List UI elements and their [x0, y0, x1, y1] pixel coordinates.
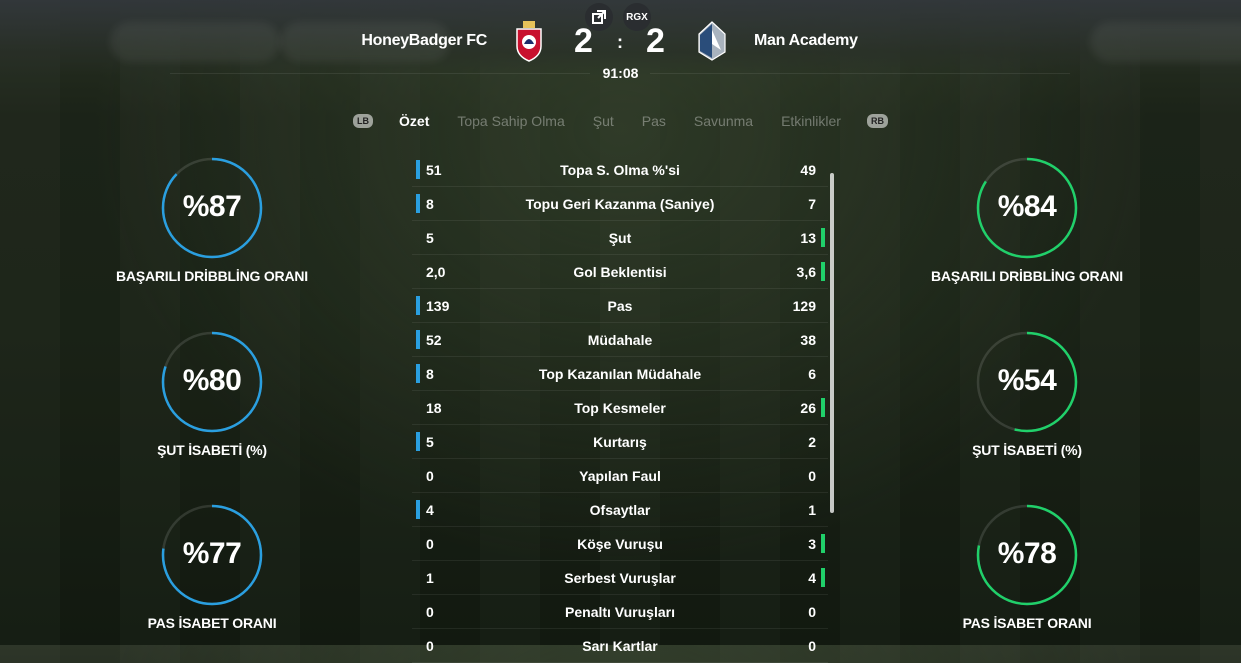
home-team-crest-icon: [516, 21, 542, 62]
stat-name: Serbest Vuruşlar: [564, 570, 676, 586]
stat-name: Top Kazanılan Müdahale: [538, 366, 702, 382]
tab-summary[interactable]: Özet: [385, 113, 443, 129]
scoreboard: HoneyBadger FC 2 : 2 Man Academy: [0, 20, 1241, 62]
away-stat-value: 0: [808, 604, 816, 620]
stat-name: Kurtarış: [593, 434, 647, 450]
home-gauge: %77: [160, 503, 264, 607]
away-stat-value: 3: [808, 536, 816, 552]
tab-events[interactable]: Etkinlikler: [767, 113, 855, 129]
stat-row: 52 Müdahale 38: [412, 323, 828, 357]
home-gauge: %80: [160, 330, 264, 434]
away-gauge-value: %54: [997, 364, 1057, 397]
stats-tab-bar: LB Özet Topa Sahip Olma Şut Pas Savunma …: [0, 113, 1241, 129]
away-stat-value: 7: [808, 196, 816, 212]
stats-table: 51 Topa S. Olma %'si 49 8 Topu Geri Kazanma …: [412, 153, 828, 663]
home-score: 2: [574, 22, 593, 60]
stat-name: Top Kesmeler: [574, 400, 666, 416]
stat-name: Topu Geri Kazanma (Saniye): [525, 196, 715, 212]
stat-name: Yapılan Faul: [579, 468, 661, 484]
stat-row: 8 Topu Geri Kazanma (Saniye) 7: [412, 187, 828, 221]
stats-scrollbar[interactable]: [830, 173, 834, 513]
away-gauge: %54: [975, 330, 1079, 434]
stat-row: 4 Ofsaytlar 1: [412, 493, 828, 527]
away-gauge-label: BAŞARILI DRİBBLİNG ORANI: [931, 268, 1123, 284]
stat-row: 5 Şut 13: [412, 221, 828, 255]
away-gauge-value: %84: [997, 190, 1057, 223]
home-gauge-value: %87: [182, 190, 242, 223]
away-stat-value: 13: [800, 230, 816, 246]
away-gauge-label: ŞUT İSABETİ (%): [972, 442, 1082, 458]
home-team-name: HoneyBadger FC: [361, 32, 487, 49]
stat-row: 51 Topa S. Olma %'si 49: [412, 153, 828, 187]
away-stat-value: 38: [800, 332, 816, 348]
stat-row: 18 Top Kesmeler 26: [412, 391, 828, 425]
stat-name: Gol Beklentisi: [573, 264, 667, 280]
home-gauge: %87: [160, 156, 264, 260]
away-stat-value: 2: [808, 434, 816, 450]
tab-defending[interactable]: Savunma: [680, 113, 767, 129]
stat-row: 0 Yapılan Faul 0: [412, 459, 828, 493]
stat-row: 2,0 Gol Beklentisi 3,6: [412, 255, 828, 289]
stat-name: Topa S. Olma %'si: [560, 162, 680, 178]
tab-possession[interactable]: Topa Sahip Olma: [443, 113, 578, 129]
match-clock: 91:08: [602, 65, 639, 81]
tab-passing[interactable]: Pas: [628, 113, 680, 129]
home-gauge-label: BAŞARILI DRİBBLİNG ORANI: [116, 268, 308, 284]
stat-row: 0 Köşe Vuruşu 3: [412, 527, 828, 561]
away-team-name: Man Academy: [754, 32, 858, 49]
away-gauge: %78: [975, 503, 1079, 607]
away-gauge: %84: [975, 156, 1079, 260]
away-stat-value: 3,6: [796, 264, 816, 280]
away-stat-value: 6: [808, 366, 816, 382]
away-stat-value: 1: [808, 502, 816, 518]
stat-name: Sarı Kartlar: [582, 638, 658, 654]
stat-name: Müdahale: [587, 332, 653, 348]
left-bumper-icon[interactable]: LB: [353, 114, 374, 128]
away-stat-value: 0: [808, 638, 816, 654]
stat-row: 0 Penaltı Vuruşları 0: [412, 595, 828, 629]
home-gauge-label: PAS İSABET ORANI: [147, 615, 277, 631]
home-gauge-label: ŞUT İSABETİ (%): [157, 442, 267, 458]
home-gauge-value: %80: [182, 364, 242, 397]
away-gauge-label: PAS İSABET ORANI: [962, 615, 1092, 631]
stat-row: 139 Pas 129: [412, 289, 828, 323]
home-gauge-value: %77: [182, 537, 242, 570]
stat-row: 0 Sarı Kartlar 0: [412, 629, 828, 663]
away-stat-value: 4: [808, 570, 816, 586]
stat-name: Penaltı Vuruşları: [565, 604, 675, 620]
right-bumper-icon[interactable]: RB: [866, 114, 888, 128]
away-team-crest-icon: [698, 21, 726, 61]
stat-name: Köşe Vuruşu: [577, 536, 663, 552]
away-score: 2: [646, 22, 665, 60]
stat-name: Ofsaytlar: [589, 502, 651, 518]
stat-row: 1 Serbest Vuruşlar 4: [412, 561, 828, 595]
away-stat-value: 129: [792, 298, 816, 314]
away-stat-value: 26: [800, 400, 816, 416]
score-separator: :: [617, 32, 623, 52]
away-gauge-value: %78: [997, 537, 1057, 570]
stat-name: Şut: [608, 230, 632, 246]
stat-row: 8 Top Kazanılan Müdahale 6: [412, 357, 828, 391]
tab-shooting[interactable]: Şut: [579, 113, 628, 129]
away-stat-value: 49: [800, 162, 816, 178]
stat-name: Pas: [607, 298, 633, 314]
stat-row: 5 Kurtarış 2: [412, 425, 828, 459]
away-stat-value: 0: [808, 468, 816, 484]
